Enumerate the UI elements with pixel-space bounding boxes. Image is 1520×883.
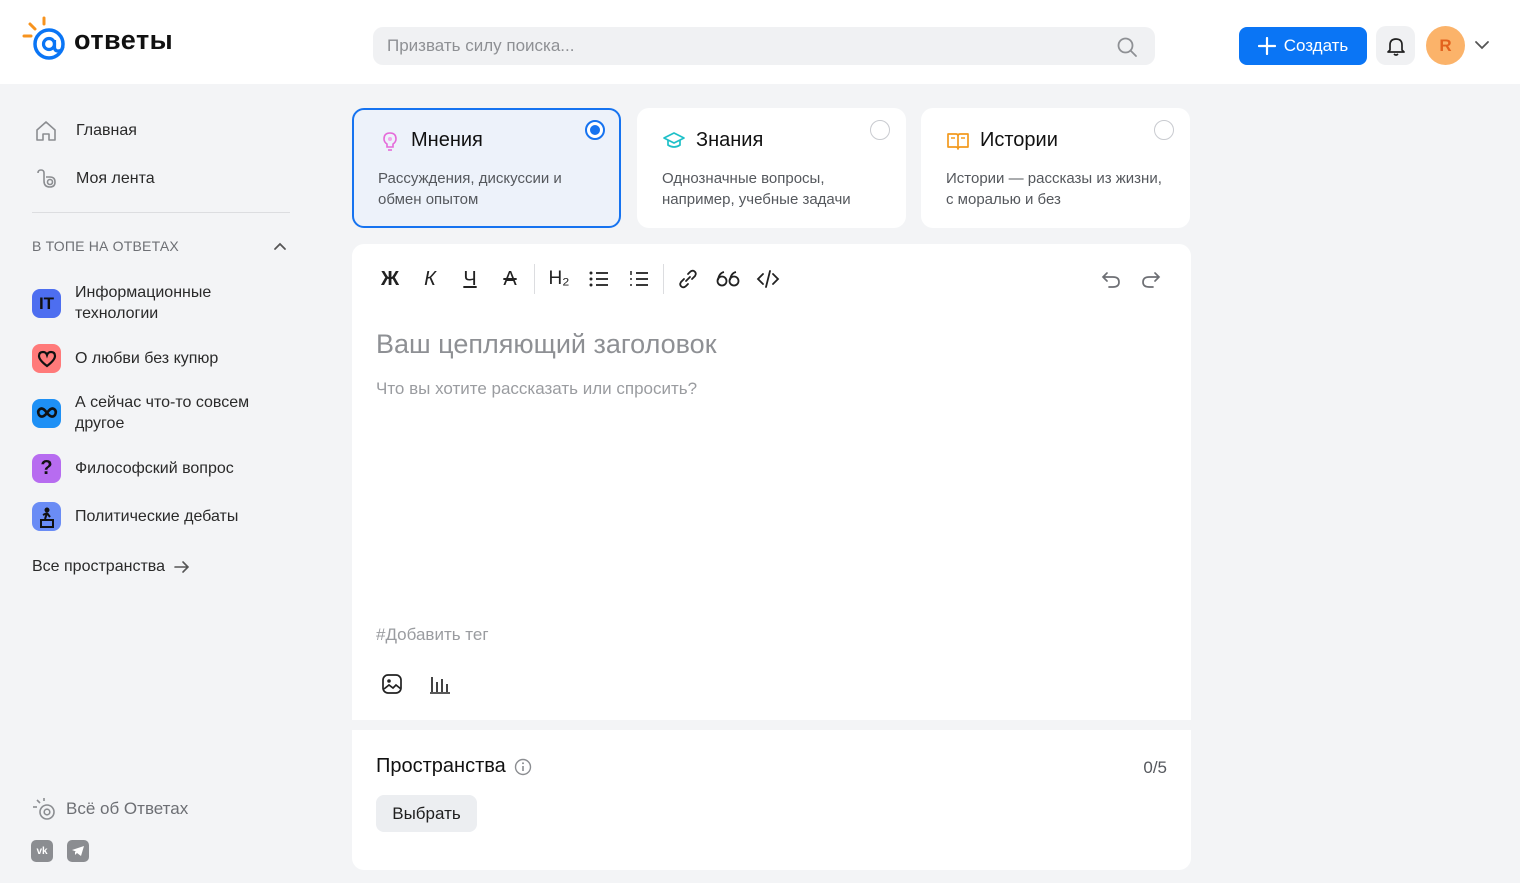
sidebar-item-home[interactable]: Главная xyxy=(34,119,137,143)
sidebar-item-feed[interactable]: Моя лента xyxy=(34,167,155,191)
strikethrough-button[interactable]: А xyxy=(490,264,530,294)
tag-input[interactable] xyxy=(376,622,776,648)
bold-button[interactable]: Ж xyxy=(370,264,410,294)
header: ответы Создать R xyxy=(0,0,1520,84)
graduation-cap-icon xyxy=(663,131,685,148)
body-input[interactable] xyxy=(376,374,1156,404)
plus-icon xyxy=(1257,37,1276,55)
card-header: Мнения xyxy=(379,129,483,152)
radio-unselected[interactable] xyxy=(1154,120,1174,140)
space-item-label: Политические дебаты xyxy=(75,508,239,525)
card-description: Рассуждения, дискуссии и обмен опытом xyxy=(378,170,562,208)
section-title: В ТОПЕ НА ОТВЕТАХ xyxy=(32,238,179,254)
toolbar-separator xyxy=(534,264,535,294)
post-type-card-knowledge[interactable]: Знания Однозначные вопросы, например, уч… xyxy=(637,108,906,228)
spaces-count: 0/5 xyxy=(1143,758,1167,777)
radio-selected[interactable] xyxy=(585,120,605,140)
logo[interactable]: ответы xyxy=(20,16,173,64)
heart-icon xyxy=(32,344,61,373)
divider xyxy=(32,212,290,213)
create-button[interactable]: Создать xyxy=(1239,27,1367,65)
infinity-icon xyxy=(32,398,61,428)
about-link[interactable]: Всё об Ответах xyxy=(32,797,188,821)
telegram-icon[interactable] xyxy=(67,840,89,862)
question-icon: ? xyxy=(32,454,61,483)
post-type-card-stories[interactable]: Истории Истории — рассказы из жизни, с м… xyxy=(921,108,1190,228)
radio-unselected[interactable] xyxy=(870,120,890,140)
spaces-block: Пространства 0/5 Выбрать xyxy=(352,730,1191,870)
attachments-bar xyxy=(380,672,452,696)
info-icon[interactable] xyxy=(514,758,532,776)
sidebar-item-label: Главная xyxy=(76,122,137,139)
podium-icon xyxy=(32,502,61,531)
card-title: Истории xyxy=(980,129,1058,151)
it-icon: IT xyxy=(32,288,61,318)
home-icon xyxy=(36,121,56,141)
space-item-label: Информационные технологии xyxy=(75,284,212,322)
bulb-icon xyxy=(383,131,397,151)
search-icon[interactable] xyxy=(1116,36,1138,58)
avatar[interactable]: R xyxy=(1426,26,1465,65)
card-title: Мнения xyxy=(411,129,483,151)
space-item-label: А сейчас что-то совсем другое xyxy=(75,394,250,432)
spaces-title: Пространства xyxy=(376,755,532,778)
space-item-politics[interactable]: Политические дебаты xyxy=(32,502,238,531)
choose-spaces-button[interactable]: Выбрать xyxy=(376,795,477,832)
vk-icon[interactable]: vk xyxy=(31,840,53,862)
undo-icon[interactable] xyxy=(1091,264,1131,294)
quote-icon[interactable] xyxy=(708,264,748,294)
numbered-list-icon[interactable] xyxy=(619,264,659,294)
redo-icon[interactable] xyxy=(1131,264,1171,294)
card-header: Истории xyxy=(946,129,1058,152)
post-type-card-opinions[interactable]: Мнения Рассуждения, дискуссии и обмен оп… xyxy=(352,108,621,228)
bell-icon xyxy=(1386,37,1405,56)
notifications-button[interactable] xyxy=(1376,26,1415,65)
image-icon[interactable] xyxy=(380,672,404,696)
italic-button[interactable]: К xyxy=(410,264,450,294)
editor: Ж К Ч А H₂ xyxy=(352,244,1191,720)
about-label: Всё об Ответах xyxy=(66,799,189,818)
logo-text: ответы xyxy=(74,24,174,55)
space-item-label: О любви без купюр xyxy=(75,350,219,367)
logo-small-icon xyxy=(33,798,55,820)
space-item-philosophy[interactable]: ? Философский вопрос xyxy=(32,454,234,483)
chevron-up-icon[interactable] xyxy=(272,239,288,253)
all-spaces-label: Все пространства xyxy=(32,558,165,575)
space-item-label: Философский вопрос xyxy=(75,460,234,477)
logo-mark-icon xyxy=(20,16,68,64)
undo-redo-group xyxy=(1091,264,1171,294)
arrow-right-icon xyxy=(174,561,190,573)
space-item-love[interactable]: О любви без купюр xyxy=(32,344,218,373)
feed-icon xyxy=(37,169,56,188)
book-icon xyxy=(947,132,969,150)
sidebar-item-label: Моя лента xyxy=(76,170,155,187)
poll-icon[interactable] xyxy=(428,672,452,696)
card-description: Истории — рассказы из жизни, с моралью и… xyxy=(946,170,1162,208)
all-spaces-link[interactable]: Все пространства xyxy=(32,558,191,576)
bullet-list-icon[interactable] xyxy=(579,264,619,294)
code-icon[interactable] xyxy=(748,264,788,294)
title-input[interactable] xyxy=(376,324,1156,364)
space-item-other[interactable]: А сейчас что-то совсем другое xyxy=(32,392,272,434)
toolbar-separator xyxy=(663,264,664,294)
card-description: Однозначные вопросы, например, учебные з… xyxy=(662,170,851,208)
card-title: Знания xyxy=(696,129,764,151)
space-item-it[interactable]: IT Информационные технологии xyxy=(32,282,262,324)
link-icon[interactable] xyxy=(668,264,708,294)
heading-button[interactable]: H₂ xyxy=(539,264,579,294)
search-input[interactable] xyxy=(373,27,1155,65)
social-links: vk xyxy=(31,840,89,862)
spaces-title-text: Пространства xyxy=(376,755,506,777)
create-label: Создать xyxy=(1283,36,1349,55)
editor-toolbar: Ж К Ч А H₂ xyxy=(370,264,788,294)
card-header: Знания xyxy=(662,129,763,152)
underline-button[interactable]: Ч xyxy=(450,264,490,294)
chevron-down-icon[interactable] xyxy=(1473,38,1491,52)
sidebar: Главная Моя лента В ТОПЕ НА ОТВЕТАХ IT И… xyxy=(0,84,320,883)
